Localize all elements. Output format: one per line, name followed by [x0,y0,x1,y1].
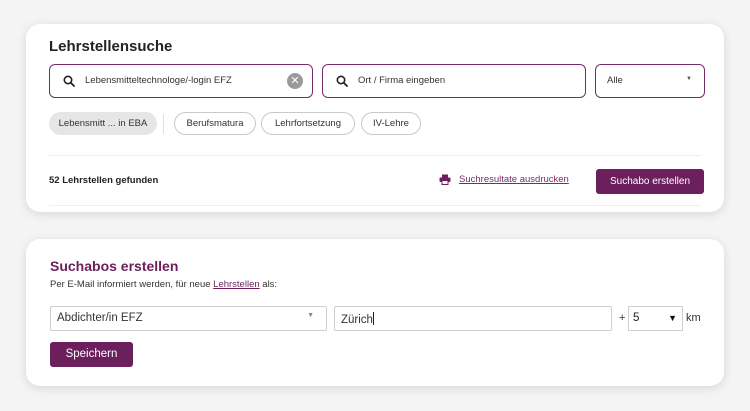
print-results-link[interactable]: Suchresultate ausdrucken [439,174,569,185]
radius-unit-label: km [686,312,701,324]
clear-icon[interactable]: ✕ [287,73,303,89]
chip-active-filter[interactable]: Lebensmitt ... in EBA [49,112,157,135]
chevron-down-icon: ▼ [686,76,692,82]
profession-select[interactable]: Abdichter/in EFZ ▼ [50,306,327,331]
search-title: Lehrstellensuche [49,38,173,55]
lehrstellen-link[interactable]: Lehrstellen [213,279,259,290]
location-input-value: Zürich [341,312,374,326]
abo-card: Suchabos erstellen Per E-Mail informiert… [26,239,724,386]
search-icon [336,75,348,87]
profession-search-value: Lebensmitteltechnologe/-login EFZ [85,75,232,86]
chip-lehrfortsetzung[interactable]: Lehrfortsetzung [261,112,355,135]
divider [49,155,701,156]
create-search-abo-button[interactable]: Suchabo erstellen [596,169,704,194]
abo-title: Suchabos erstellen [50,258,179,274]
location-search-field[interactable]: Ort / Firma eingeben [322,64,586,98]
filter-select-value: Alle [607,75,623,86]
results-count: 52 Lehrstellen gefunden [49,175,159,186]
search-card: Lehrstellensuche Lebensmitteltechnologe/… [26,24,724,212]
search-icon [63,75,75,87]
print-results-label: Suchresultate ausdrucken [459,174,569,185]
radius-select-value: 5 [633,312,640,324]
filter-select[interactable]: Alle ▼ [595,64,705,98]
profession-search-field[interactable]: Lebensmitteltechnologe/-login EFZ ✕ [49,64,313,98]
divider [49,205,701,206]
location-input[interactable]: Zürich [334,306,612,331]
save-button[interactable]: Speichern [50,342,133,367]
chevron-down-icon: ▼ [668,313,677,323]
chip-berufsmatura[interactable]: Berufsmatura [174,112,256,135]
abo-subtitle: Per E-Mail informiert werden, für neue L… [50,279,278,290]
radius-select[interactable]: 5 ▼ [628,306,683,331]
printer-icon [439,174,451,185]
plus-label: + [619,312,626,324]
profession-select-value: Abdichter/in EFZ [57,312,143,324]
chip-divider [163,114,164,134]
chevron-down-icon: ▼ [307,312,314,319]
chip-iv-lehre[interactable]: IV-Lehre [361,112,421,135]
location-search-placeholder: Ort / Firma eingeben [358,75,446,86]
